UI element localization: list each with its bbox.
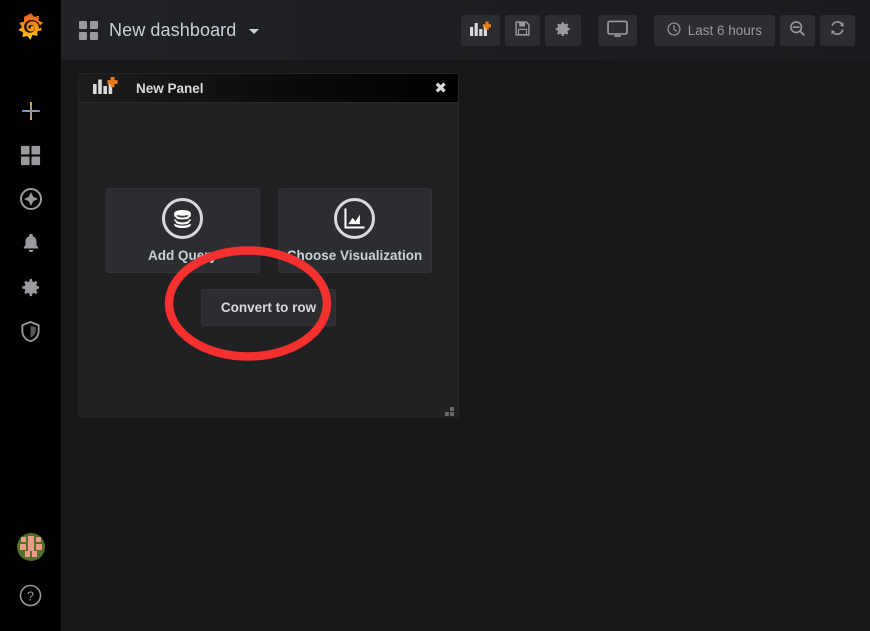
compass-icon — [19, 187, 43, 211]
search-minus-icon — [789, 20, 806, 40]
sidebar-item-user[interactable] — [0, 521, 61, 573]
add-query-label: Add Query — [147, 248, 217, 263]
panel-body: Add Query Choose Visualization Convert t… — [79, 103, 458, 417]
add-query-button[interactable]: Add Query — [105, 188, 260, 273]
question-circle-icon: ? — [18, 583, 43, 608]
refresh-icon — [829, 20, 846, 40]
svg-text:?: ? — [27, 589, 34, 603]
sidebar-item-dashboards[interactable] — [0, 133, 61, 177]
cycle-view-mode-button[interactable] — [597, 14, 637, 46]
sidebar-item-configuration[interactable] — [0, 265, 61, 309]
add-panel-icon — [93, 76, 118, 100]
save-floppy-icon — [514, 20, 531, 40]
panel-header[interactable]: New Panel ✖ — [79, 74, 458, 103]
time-range-picker[interactable]: Last 6 hours — [653, 14, 775, 46]
dashboard-settings-button[interactable] — [544, 14, 581, 46]
grafana-logo-link[interactable] — [0, 0, 61, 61]
area-chart-icon — [334, 198, 375, 239]
add-panel-button[interactable] — [460, 14, 500, 46]
top-navbar: New dashboard Last 6 hours — [61, 0, 870, 60]
plus-icon — [19, 99, 43, 123]
shield-icon — [19, 320, 42, 343]
add-panel-icon — [469, 20, 492, 40]
gear-icon — [19, 276, 42, 299]
dashboard-panel: New Panel ✖ Add Query Choose Visualizati… — [78, 73, 459, 418]
clock-icon — [667, 21, 681, 39]
zoom-out-button[interactable] — [780, 14, 815, 46]
save-dashboard-button[interactable] — [504, 14, 540, 46]
sidebar-nav-top — [0, 89, 61, 353]
sidebar-item-alerting[interactable] — [0, 221, 61, 265]
grafana-logo-icon — [14, 11, 48, 50]
dashboard-title-breadcrumb[interactable]: New dashboard — [61, 19, 260, 41]
gear-icon — [554, 20, 572, 41]
sidebar-item-explore[interactable] — [0, 177, 61, 221]
sidebar-item-help[interactable]: ? — [0, 573, 61, 617]
chevron-down-icon — [249, 29, 260, 34]
panel-title: New Panel — [136, 80, 204, 96]
panel-placeholder-actions: Add Query Choose Visualization — [105, 188, 432, 273]
close-icon[interactable]: ✖ — [434, 80, 447, 96]
database-icon — [162, 198, 203, 239]
navbar-actions: Last 6 hours — [460, 14, 870, 46]
panel-resize-handle[interactable] — [445, 404, 455, 416]
dashboard-canvas: New Panel ✖ Add Query Choose Visualizati… — [61, 60, 870, 631]
convert-to-row-button[interactable]: Convert to row — [200, 289, 337, 326]
choose-visualization-button[interactable]: Choose Visualization — [277, 188, 432, 273]
sidebar-nav-bottom: ? — [0, 521, 61, 617]
bell-icon — [20, 232, 42, 254]
dashboards-grid-icon — [19, 144, 42, 167]
sidebar-item-server-admin[interactable] — [0, 309, 61, 353]
refresh-button[interactable] — [820, 14, 855, 46]
dashboards-grid-icon — [79, 20, 98, 40]
time-range-label: Last 6 hours — [687, 22, 762, 38]
choose-visualization-label: Choose Visualization — [286, 248, 423, 263]
avatar — [16, 533, 45, 561]
grafana-app: ? New dashboard Last 6 hours New Panel ✖… — [0, 0, 870, 631]
sidebar-item-create[interactable] — [0, 89, 61, 133]
monitor-icon — [606, 20, 628, 41]
sidebar: ? — [0, 0, 61, 631]
page-title: New dashboard — [109, 19, 237, 40]
